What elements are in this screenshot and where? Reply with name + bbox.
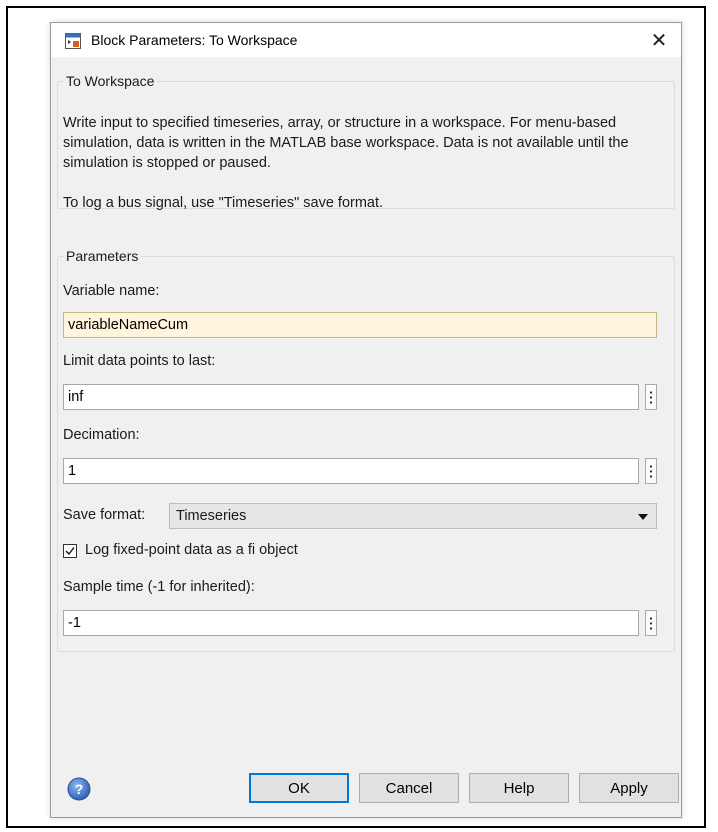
save-format-label: Save format: xyxy=(63,507,146,523)
decimation-input[interactable] xyxy=(63,458,639,484)
save-format-value: Timeseries xyxy=(176,508,247,524)
description-group-title: To Workspace xyxy=(64,73,157,89)
log-fixed-point-label[interactable]: Log fixed-point data as a fi object xyxy=(85,542,298,558)
limit-data-points-label: Limit data points to last: xyxy=(63,353,216,369)
sample-time-label: Sample time (-1 for inherited): xyxy=(63,579,255,595)
limit-data-points-more-button[interactable] xyxy=(645,384,657,410)
help-question-icon[interactable]: ? xyxy=(67,777,91,801)
sample-time-input[interactable] xyxy=(63,610,639,636)
log-fixed-point-checkbox[interactable] xyxy=(63,544,77,558)
simulink-block-icon xyxy=(65,33,81,49)
cancel-button[interactable]: Cancel xyxy=(359,773,459,803)
variable-name-label: Variable name: xyxy=(63,283,160,299)
help-button[interactable]: Help xyxy=(469,773,569,803)
checkmark-icon xyxy=(65,547,75,556)
close-button[interactable]: ✕ xyxy=(637,23,681,57)
dialog-title: Block Parameters: To Workspace xyxy=(91,32,298,48)
apply-button[interactable]: Apply xyxy=(579,773,679,803)
more-options-icon xyxy=(650,390,652,404)
save-format-select[interactable]: Timeseries xyxy=(169,503,657,529)
svg-text:?: ? xyxy=(75,781,84,797)
description-note: To log a bus signal, use "Timeseries" sa… xyxy=(63,195,384,211)
variable-name-input[interactable] xyxy=(63,312,657,338)
sample-time-more-button[interactable] xyxy=(645,610,657,636)
more-options-icon xyxy=(650,616,652,630)
block-description: Write input to specified timeseries, arr… xyxy=(63,113,667,213)
decimation-more-button[interactable] xyxy=(645,458,657,484)
title-bar[interactable]: Block Parameters: To Workspace ✕ xyxy=(51,23,681,57)
dropdown-arrow-icon xyxy=(638,514,648,520)
decimation-label: Decimation: xyxy=(63,427,140,443)
close-icon: ✕ xyxy=(650,29,668,52)
limit-data-points-input[interactable] xyxy=(63,384,639,410)
more-options-icon xyxy=(650,464,652,478)
block-parameters-dialog: Block Parameters: To Workspace ✕ To Work… xyxy=(50,22,682,818)
ok-button[interactable]: OK xyxy=(249,773,349,803)
parameters-group-title: Parameters xyxy=(64,248,141,264)
description-paragraph: Write input to specified timeseries, arr… xyxy=(63,115,629,171)
